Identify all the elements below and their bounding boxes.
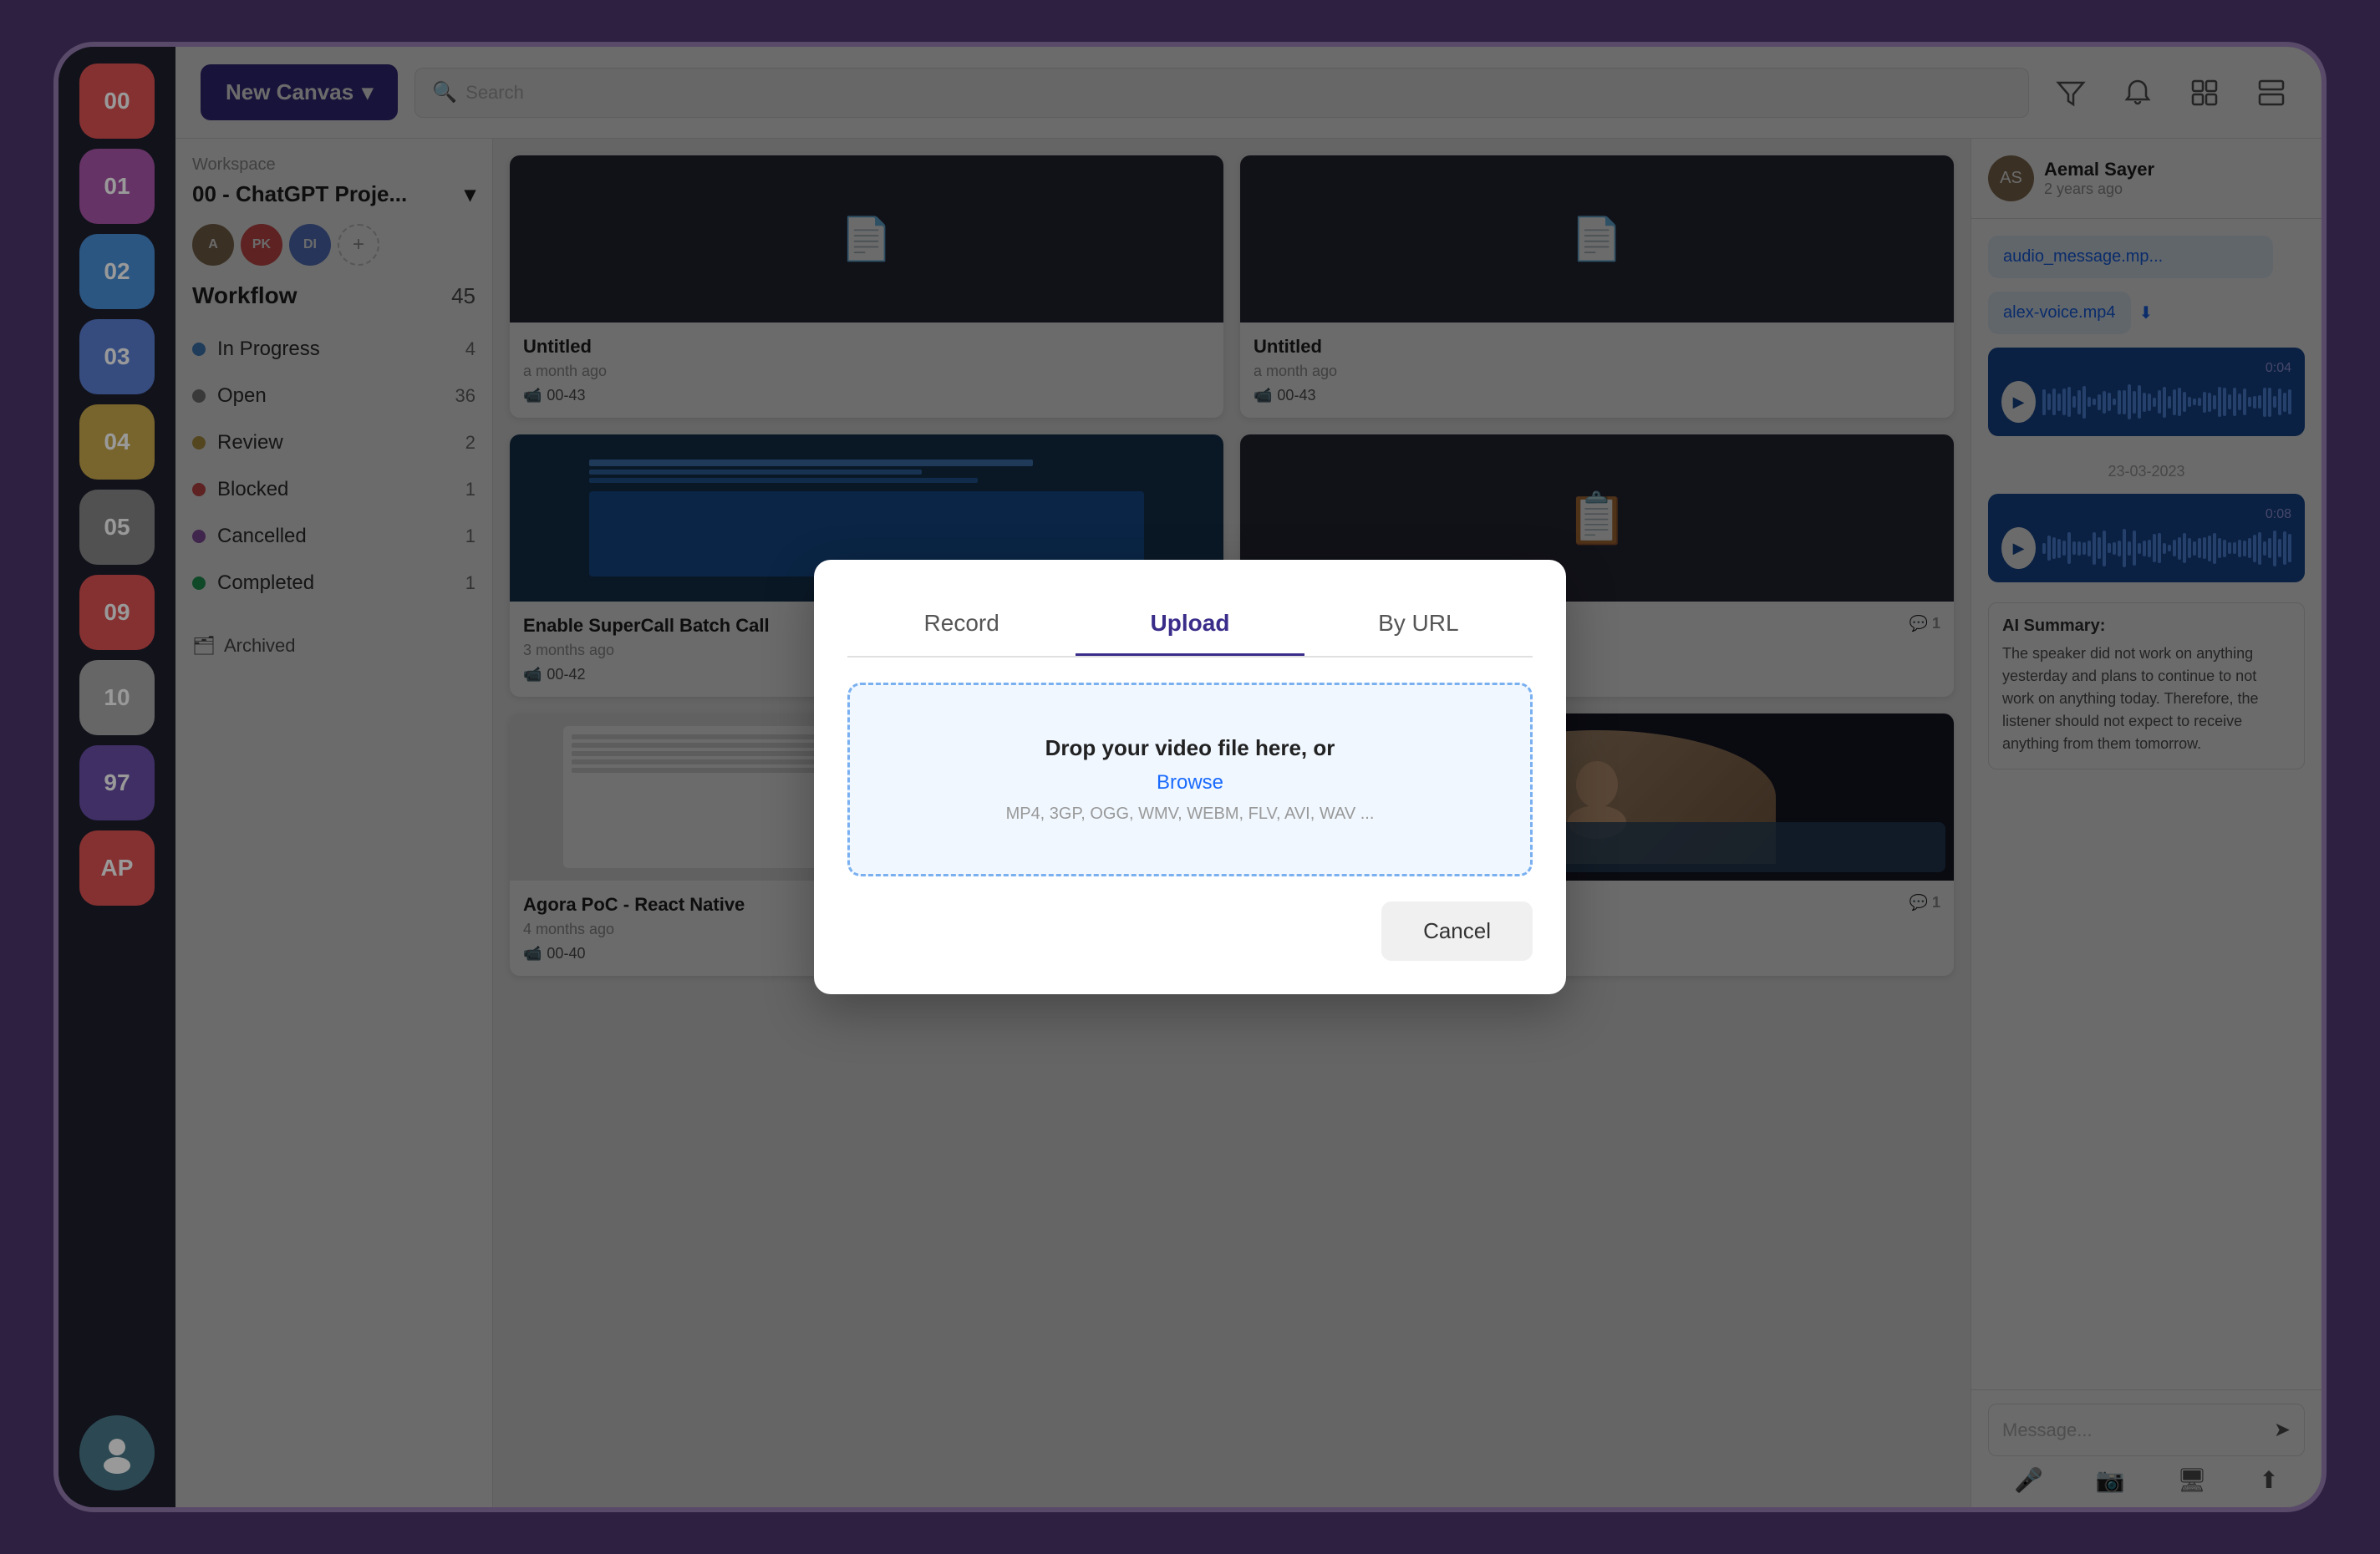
tab-upload[interactable]: Upload — [1076, 593, 1304, 656]
tab-record[interactable]: Record — [847, 593, 1076, 656]
upload-modal: Record Upload By URL Drop your video fil… — [814, 560, 1566, 994]
browse-link[interactable]: Browse — [883, 771, 1497, 795]
drop-zone[interactable]: Drop your video file here, or Browse MP4… — [847, 683, 1533, 876]
modal-tabs: Record Upload By URL — [847, 593, 1533, 658]
drop-zone-formats: MP4, 3GP, OGG, WMV, WEBM, FLV, AVI, WAV … — [883, 805, 1497, 824]
tab-byurl[interactable]: By URL — [1304, 593, 1533, 656]
device-frame: 00 01 02 03 04 05 09 10 97 AP — [53, 42, 2327, 1512]
modal-overlay: Record Upload By URL Drop your video fil… — [58, 47, 2322, 1507]
drop-zone-text: Drop your video file here, or — [883, 735, 1497, 761]
cancel-button[interactable]: Cancel — [1381, 901, 1533, 961]
